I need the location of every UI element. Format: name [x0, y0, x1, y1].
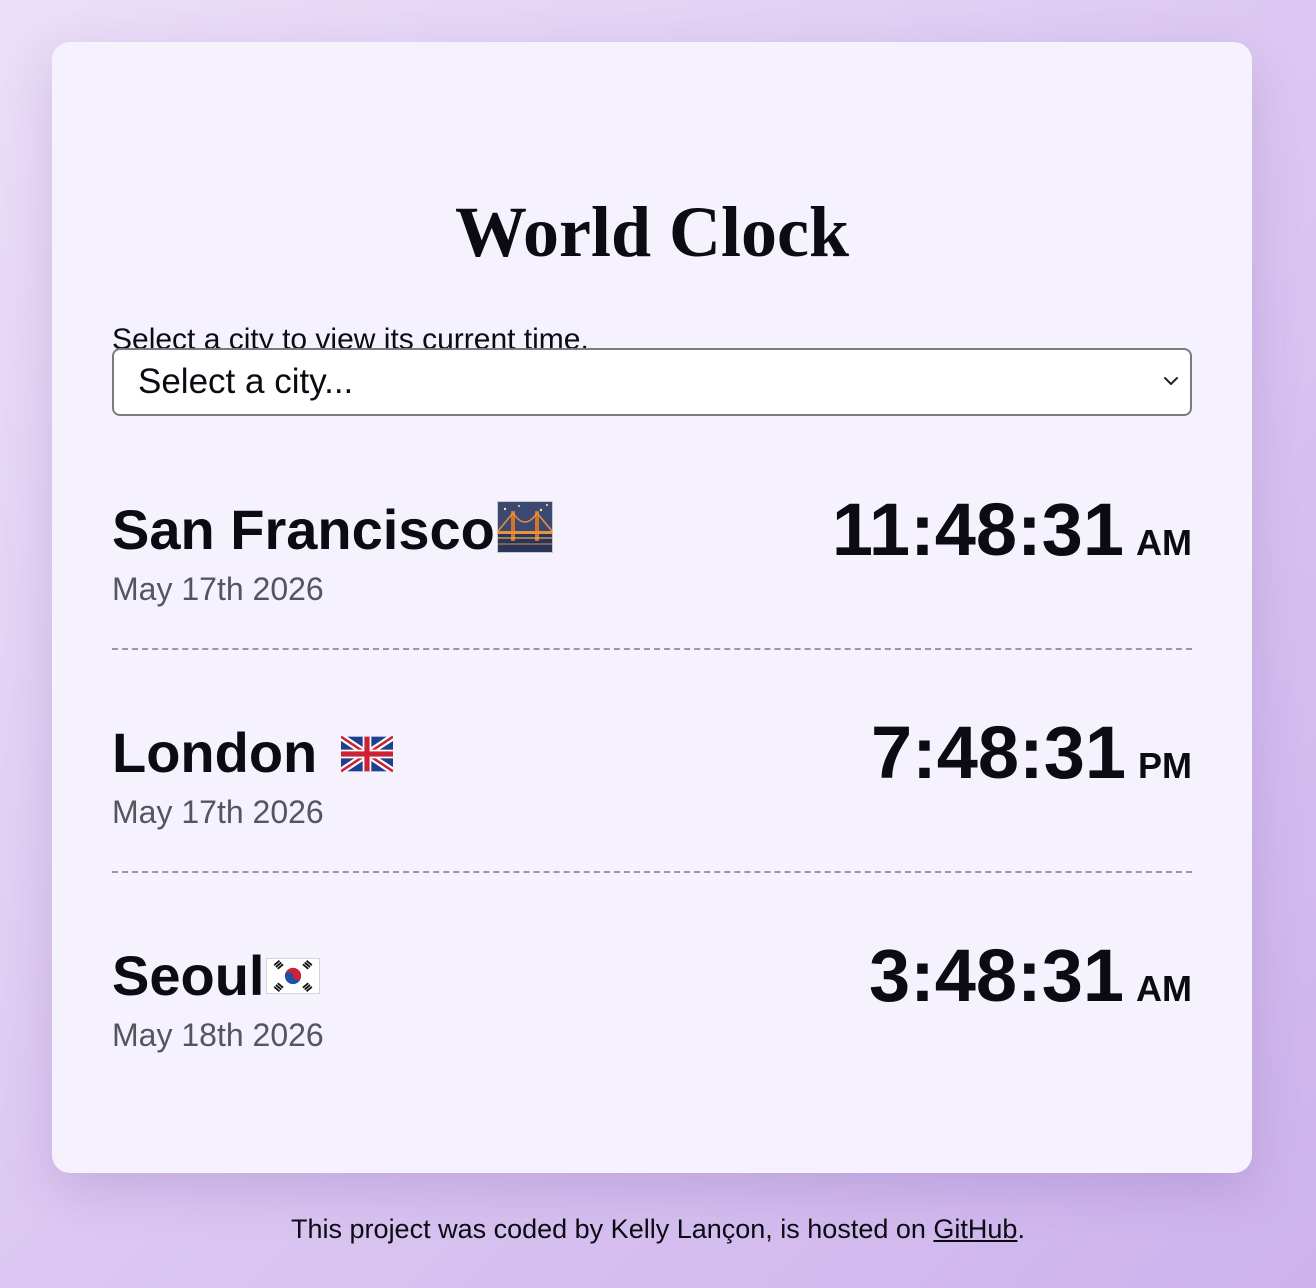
city-date: May 17th 2026	[112, 794, 324, 830]
city-row-san-francisco: San Francisco May 17th 2026 11:48:31 AM	[112, 488, 1192, 628]
city-select-value: Select a city...	[138, 362, 354, 401]
city-name-label: Seoul	[112, 944, 265, 1007]
time-digits: 7:48:31	[870, 711, 1126, 794]
chevron-down-icon	[1164, 377, 1178, 385]
time-digits: 3:48:31	[868, 934, 1124, 1017]
time-digits: 11:48:31	[831, 488, 1124, 571]
city-row-seoul: Seoul May 18th 2026 3:48:31 AM	[112, 934, 1192, 1074]
footer-text: This project was coded by Kelly Lançon, …	[291, 1214, 934, 1244]
city-name: Seoul	[112, 944, 321, 1008]
footer: This project was coded by Kelly Lançon, …	[0, 1212, 1316, 1246]
city-row-london: London May 17th 2026 7:48:31 PM	[112, 711, 1192, 851]
south-korea-flag-icon	[266, 958, 321, 994]
city-date: May 18th 2026	[112, 1017, 324, 1053]
city-select[interactable]: Select a city...	[112, 348, 1192, 416]
city-time: 3:48:31 AM	[869, 934, 1192, 1018]
bridge-at-night-icon	[496, 501, 553, 553]
city-time: 11:48:31 AM	[832, 488, 1192, 572]
city-name-label: San Francisco	[112, 498, 495, 561]
city-time: 7:48:31 PM	[871, 711, 1192, 795]
city-name: San Francisco	[112, 498, 553, 562]
city-name-label: London	[112, 721, 318, 784]
github-link[interactable]: GitHub	[933, 1214, 1017, 1244]
divider	[112, 648, 1192, 650]
city-date: May 17th 2026	[112, 571, 324, 607]
time-ampm: AM	[1136, 968, 1192, 1009]
footer-text-end: .	[1017, 1214, 1025, 1244]
city-name: London	[112, 721, 393, 785]
page-title: World Clock	[454, 192, 850, 272]
uk-flag-icon	[340, 736, 393, 772]
time-ampm: AM	[1136, 522, 1192, 563]
world-clock-card: World Clock Select a city to view its cu…	[52, 42, 1252, 1173]
time-ampm: PM	[1138, 745, 1192, 786]
divider	[112, 871, 1192, 873]
